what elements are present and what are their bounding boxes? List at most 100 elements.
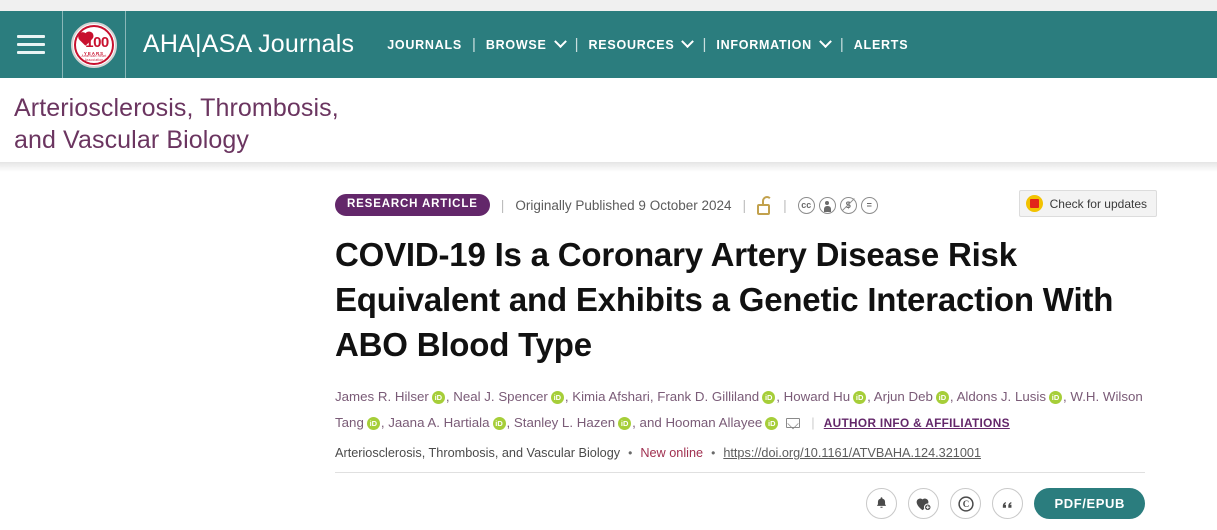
author-delimiter: ,	[776, 388, 784, 404]
cc-nd-icon[interactable]: =	[860, 196, 878, 214]
author-delimiter: ,	[867, 388, 874, 404]
quote-glyph	[1003, 502, 1013, 508]
bullet-separator: •	[711, 446, 716, 461]
article-actions: C PDF/EPUB	[335, 488, 1145, 520]
nav-item-alerts[interactable]: ALERTS	[854, 38, 909, 52]
cc-by-icon[interactable]	[818, 196, 836, 214]
author-delimiter: ,	[949, 388, 957, 404]
svg-text:C: C	[963, 499, 970, 509]
site-brand-title[interactable]: AHA|ASA Journals	[143, 30, 354, 59]
orcid-icon[interactable]: iD	[1049, 390, 1062, 404]
author-name[interactable]: James R. Hilser	[335, 389, 429, 404]
nav-item-browse[interactable]: BROWSE	[485, 35, 567, 52]
nav-separator: |	[702, 36, 707, 53]
author-delimiter: ,	[506, 414, 514, 430]
nav-label: RESOURCES	[588, 37, 675, 52]
author-name[interactable]: Hooman Allayee	[665, 415, 762, 430]
authors-inline: James R. Hilser iD, Neal J. Spencer iD, Ki…	[335, 389, 1143, 430]
nav-label: INFORMATION	[716, 37, 812, 52]
orcid-icon[interactable]: iD	[935, 390, 949, 404]
author-delimiter: , and	[632, 414, 666, 430]
chevron-down-icon	[681, 35, 695, 49]
crossmark-icon	[1025, 195, 1043, 212]
quote-icon[interactable]	[992, 488, 1024, 520]
copyright-glyph: C	[958, 496, 974, 512]
pdf-epub-button[interactable]: PDF/EPUB	[1034, 488, 1145, 520]
heart-plus-icon[interactable]	[908, 488, 940, 520]
nav-separator: |	[471, 36, 476, 53]
person-glyph	[823, 201, 831, 212]
article-title: COVID-19 Is a Coronary Artery Disease Ri…	[335, 236, 1114, 364]
cc-icon[interactable]: cc	[797, 196, 815, 214]
author-name[interactable]: Howard Hu	[784, 389, 851, 404]
open-lock-icon[interactable]	[757, 195, 773, 215]
author-name[interactable]: Kimia Afshari	[572, 389, 650, 404]
bell-icon[interactable]	[866, 488, 898, 520]
license-icons: cc $ =	[797, 196, 878, 214]
nav-item-resources[interactable]: RESOURCES	[588, 35, 695, 52]
header-divider	[125, 11, 126, 78]
chevron-down-icon	[819, 35, 832, 49]
aha-logo-link[interactable]: 100 YEARS American Heart Association	[63, 11, 125, 78]
author-info-affiliations-link[interactable]: AUTHOR INFO & AFFILIATIONS	[824, 416, 1010, 430]
journal-banner[interactable]: Arteriosclerosis, Thrombosis, and Vascul…	[0, 78, 1217, 162]
nav-label: JOURNALS	[387, 37, 462, 52]
main-navigation: JOURNALS | BROWSE | RESOURCES | INFORMAT…	[387, 35, 909, 53]
check-for-updates-badge[interactable]: Check for updates	[1018, 190, 1157, 217]
nav-item-journals[interactable]: JOURNALS	[387, 38, 462, 52]
nav-label: ALERTS	[853, 37, 909, 52]
orcid-icon[interactable]: iD	[366, 416, 380, 430]
doi-link[interactable]: https://doi.org/10.1161/ATVBAHA.124.3210…	[723, 446, 981, 460]
orcid-icon[interactable]: iD	[550, 390, 564, 404]
banner-shadow	[0, 162, 1217, 172]
check-for-updates-label: Check for updates	[1049, 196, 1147, 211]
top-strip	[0, 0, 1217, 11]
author-name[interactable]: Jaana A. Hartiala	[388, 415, 489, 430]
publication-status: New online	[640, 446, 704, 461]
journal-title-line2: and Vascular Biology	[14, 126, 250, 154]
divider-rule	[335, 472, 1145, 474]
copyright-icon[interactable]: C	[950, 488, 982, 520]
author-name[interactable]: Neal J. Spencer	[453, 389, 548, 404]
hamburger-bar	[17, 43, 45, 46]
source-journal-name: Arteriosclerosis, Thrombosis, and Vascul…	[335, 446, 621, 461]
author-name[interactable]: Stanley L. Hazen	[514, 415, 615, 430]
orcid-icon[interactable]: iD	[765, 416, 779, 430]
hamburger-bar	[17, 35, 45, 38]
chevron-down-icon	[553, 35, 567, 49]
meta-separator: |	[742, 197, 747, 213]
logo-100-text: 100	[85, 34, 109, 51]
orcid-icon[interactable]: iD	[431, 390, 445, 404]
orcid-icon[interactable]: iD	[853, 390, 867, 404]
nav-label: BROWSE	[485, 37, 547, 52]
bullet-separator: •	[628, 446, 633, 461]
site-header: 100 YEARS American Heart Association AHA…	[0, 11, 1217, 78]
author-list: James R. Hilser iD, Neal J. Spencer iD, Ki…	[335, 384, 1145, 436]
hamburger-menu-icon[interactable]	[0, 11, 62, 78]
author-name[interactable]: Frank D. Gilliland	[657, 389, 759, 404]
hamburger-bar	[17, 51, 45, 54]
article-meta-row: RESEARCH ARTICLE | Originally Published …	[335, 190, 1157, 217]
meta-separator: |	[783, 197, 787, 213]
crossmark-inner	[1029, 199, 1039, 208]
orcid-icon[interactable]: iD	[762, 390, 776, 404]
author-separator: |	[811, 414, 815, 430]
article-type-badge[interactable]: RESEARCH ARTICLE	[335, 194, 490, 216]
nav-separator: |	[839, 36, 844, 53]
meta-separator: |	[500, 197, 505, 213]
author-name[interactable]: Aldons J. Lusis	[957, 389, 1046, 404]
envelope-icon[interactable]	[786, 417, 801, 428]
journal-title-line1: Arteriosclerosis, Thrombosis,	[14, 94, 339, 122]
nav-separator: |	[574, 36, 579, 53]
logo-sub-text: American Heart Association	[81, 53, 107, 62]
bell-glyph	[877, 497, 887, 509]
orcid-icon[interactable]: iD	[492, 416, 506, 430]
orcid-icon[interactable]: iD	[618, 416, 632, 430]
article-header: RESEARCH ARTICLE | Originally Published …	[335, 190, 1157, 530]
article-wrapper: RESEARCH ARTICLE | Originally Published …	[0, 172, 1217, 530]
nav-item-information[interactable]: INFORMATION	[716, 35, 832, 52]
publication-date: Originally Published 9 October 2024	[515, 197, 732, 213]
cc-nc-icon[interactable]: $	[839, 196, 857, 214]
author-name[interactable]: Arjun Deb	[874, 389, 933, 404]
aha-100-years-logo-icon: 100 YEARS American Heart Association	[71, 21, 117, 68]
